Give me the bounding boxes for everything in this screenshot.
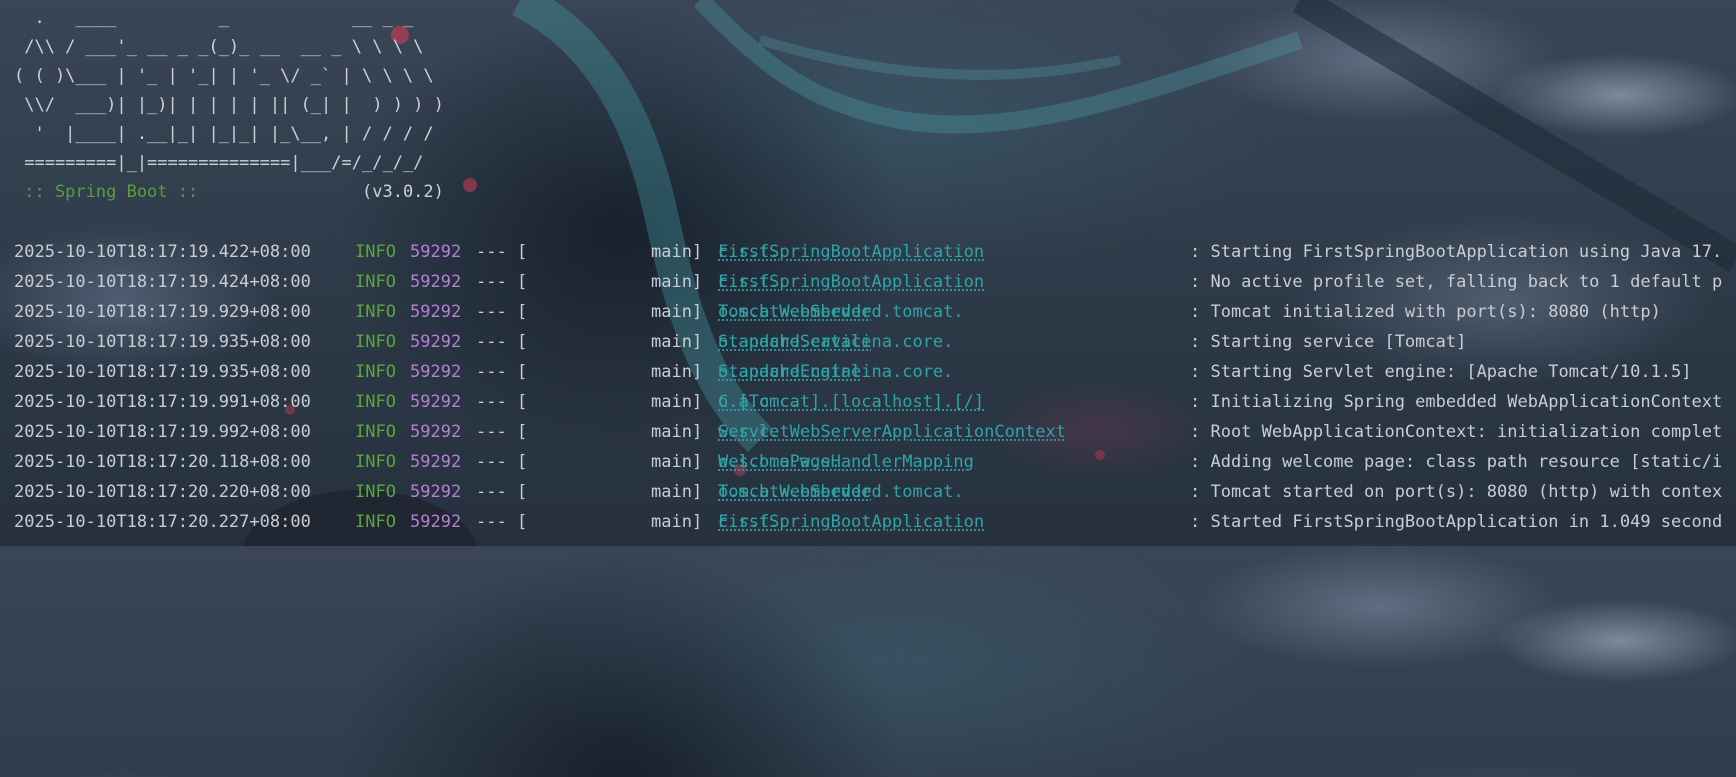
spring-boot-banner: . ____ _ __ _ _ /\\ / ___'_ __ _ _(_)_ _… xyxy=(14,4,444,207)
log-separator: --- [ xyxy=(476,242,528,262)
log-pid: 59292 xyxy=(410,362,462,382)
log-thread: main] xyxy=(651,272,703,292)
log-level: INFO xyxy=(355,482,396,502)
log-row: 2025-10-10T18:17:19.422+08:00 INFO 59292… xyxy=(14,237,1736,267)
banner-line: ' |____| .__|_| |_|_| |_\__, | / / / / xyxy=(14,124,434,144)
spring-boot-version: (v3.0.2) xyxy=(362,182,444,202)
log-timestamp: 2025-10-10T18:17:19.991+08:00 xyxy=(14,392,311,412)
log-separator: --- [ xyxy=(476,392,528,412)
log-thread: main] xyxy=(651,302,703,322)
log-level: INFO xyxy=(355,392,396,412)
log-separator: --- [ xyxy=(476,362,528,382)
log-timestamp: 2025-10-10T18:17:19.935+08:00 xyxy=(14,362,311,382)
log-timestamp: 2025-10-10T18:17:19.424+08:00 xyxy=(14,272,311,292)
logger-class-link[interactable]: WelcomePageHandlerMapping xyxy=(718,447,974,477)
banner-line: ( ( )\___ | '_ | '_| | '_ \/ _` | \ \ \ … xyxy=(14,66,434,86)
console-output[interactable]: . ____ _ __ _ _ /\\ / ___'_ __ _ _(_)_ _… xyxy=(0,0,1736,546)
log-level: INFO xyxy=(355,422,396,442)
log-thread: main] xyxy=(651,362,703,382)
log-row: 2025-10-10T18:17:19.424+08:00 INFO 59292… xyxy=(14,267,1736,297)
log-timestamp: 2025-10-10T18:17:20.227+08:00 xyxy=(14,512,311,532)
log-thread: main] xyxy=(651,482,703,502)
log-pid: 59292 xyxy=(410,452,462,472)
log-message: : Root WebApplicationContext: initializa… xyxy=(1190,422,1723,442)
banner-line: /\\ / ___'_ __ _ _(_)_ __ __ _ \ \ \ \ xyxy=(14,37,424,57)
log-timestamp: 2025-10-10T18:17:19.929+08:00 xyxy=(14,302,311,322)
log-timestamp: 2025-10-10T18:17:19.992+08:00 xyxy=(14,422,311,442)
logger-class-link[interactable]: ServletWebServerApplicationContext xyxy=(718,417,1066,447)
log-timestamp: 2025-10-10T18:17:19.422+08:00 xyxy=(14,242,311,262)
log-message: : Starting FirstSpringBootApplication us… xyxy=(1190,242,1723,262)
log-pid: 59292 xyxy=(410,392,462,412)
log-row: 2025-10-10T18:17:19.992+08:00 INFO 59292… xyxy=(14,417,1736,447)
log-message: : Adding welcome page: class path resour… xyxy=(1190,452,1723,472)
banner-line: =========|_|==============|___/=/_/_/_/ xyxy=(14,153,424,173)
log-message: : Started FirstSpringBootApplication in … xyxy=(1190,512,1723,532)
log-row: 2025-10-10T18:17:20.227+08:00 INFO 59292… xyxy=(14,507,1736,537)
log-timestamp: 2025-10-10T18:17:20.118+08:00 xyxy=(14,452,311,472)
spring-boot-label: :: Spring Boot :: xyxy=(14,182,199,202)
log-timestamp: 2025-10-10T18:17:19.935+08:00 xyxy=(14,332,311,352)
log-separator: --- [ xyxy=(476,422,528,442)
log-message: : Starting Servlet engine: [Apache Tomca… xyxy=(1190,362,1692,382)
logger-class-link[interactable]: FirstSpringBootApplication xyxy=(718,237,984,267)
log-row: 2025-10-10T18:17:19.935+08:00 INFO 59292… xyxy=(14,327,1736,357)
logger-class-link[interactable]: StandardService xyxy=(718,327,872,357)
log-pid: 59292 xyxy=(410,272,462,292)
log-level: INFO xyxy=(355,272,396,292)
log-separator: --- [ xyxy=(476,302,528,322)
log-separator: --- [ xyxy=(476,332,528,352)
log-row: 2025-10-10T18:17:20.220+08:00 INFO 59292… xyxy=(14,477,1736,507)
banner-line: \\/ ___)| |_)| | | | | || (_| | ) ) ) ) xyxy=(14,95,444,115)
log-level: INFO xyxy=(355,362,396,382)
logger-class-link[interactable]: StandardEngine xyxy=(718,357,861,387)
logger-class-link[interactable]: TomcatWebServer xyxy=(718,297,872,327)
log-pid: 59292 xyxy=(410,512,462,532)
log-level: INFO xyxy=(355,452,396,472)
log-row: 2025-10-10T18:17:19.991+08:00 INFO 59292… xyxy=(14,387,1736,417)
log-message: : Tomcat started on port(s): 8080 (http)… xyxy=(1190,482,1723,502)
log-pid: 59292 xyxy=(410,482,462,502)
log-message: : Starting service [Tomcat] xyxy=(1190,332,1467,352)
log-message: : Tomcat initialized with port(s): 8080 … xyxy=(1190,302,1661,322)
log-message: : Initializing Spring embedded WebApplic… xyxy=(1190,392,1723,412)
log-thread: main] xyxy=(651,452,703,472)
log-separator: --- [ xyxy=(476,272,528,292)
log-level: INFO xyxy=(355,242,396,262)
log-pid: 59292 xyxy=(410,302,462,322)
log-pid: 59292 xyxy=(410,332,462,352)
log-row: 2025-10-10T18:17:19.935+08:00 INFO 59292… xyxy=(14,357,1736,387)
banner-boot-line: :: Spring Boot :: (v3.0.2) xyxy=(14,178,444,207)
banner-line: . ____ _ __ _ _ xyxy=(14,8,414,28)
logger-class-link[interactable]: FirstSpringBootApplication xyxy=(718,267,984,297)
log-row: 2025-10-10T18:17:20.118+08:00 INFO 59292… xyxy=(14,447,1736,477)
logger-class-link[interactable]: TomcatWebServer xyxy=(718,477,872,507)
log-thread: main] xyxy=(651,422,703,442)
log-thread: main] xyxy=(651,332,703,352)
log-level: INFO xyxy=(355,302,396,322)
logger-class-link[interactable]: FirstSpringBootApplication xyxy=(718,507,984,537)
log-pid: 59292 xyxy=(410,242,462,262)
logger-class-link[interactable]: C.[Tomcat].[localhost].[/] xyxy=(718,387,984,417)
log-level: INFO xyxy=(355,512,396,532)
log-row: 2025-10-10T18:17:19.929+08:00 INFO 59292… xyxy=(14,297,1736,327)
log-list: 2025-10-10T18:17:19.422+08:00 INFO 59292… xyxy=(14,237,1736,537)
log-message: : No active profile set, falling back to… xyxy=(1190,272,1723,292)
log-thread: main] xyxy=(651,512,703,532)
log-thread: main] xyxy=(651,392,703,412)
log-timestamp: 2025-10-10T18:17:20.220+08:00 xyxy=(14,482,311,502)
log-level: INFO xyxy=(355,332,396,352)
log-pid: 59292 xyxy=(410,422,462,442)
log-separator: --- [ xyxy=(476,452,528,472)
log-thread: main] xyxy=(651,242,703,262)
log-separator: --- [ xyxy=(476,482,528,502)
log-separator: --- [ xyxy=(476,512,528,532)
